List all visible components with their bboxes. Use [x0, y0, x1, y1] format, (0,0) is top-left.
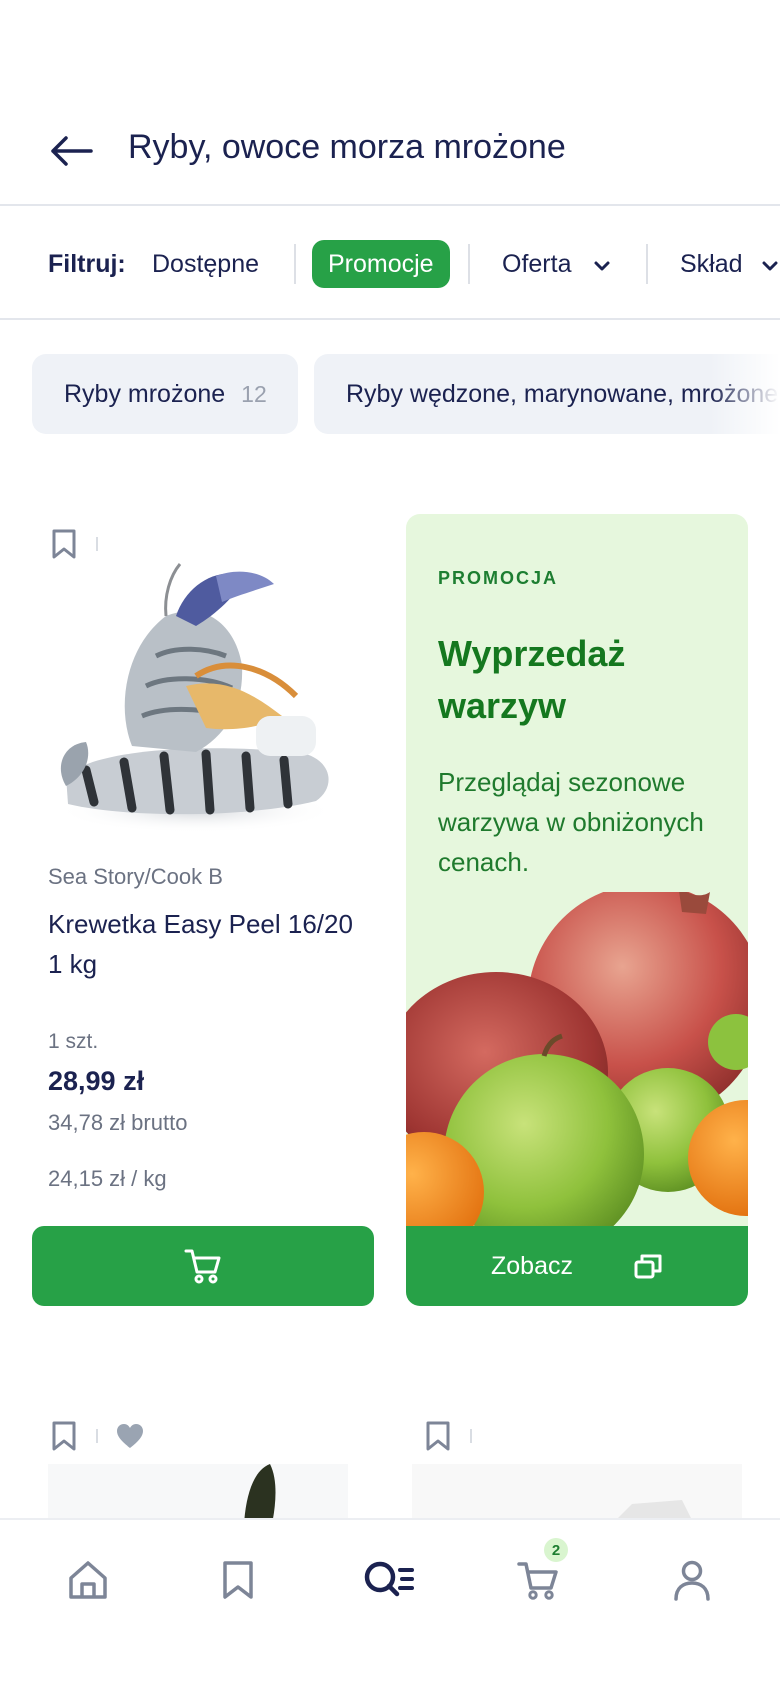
category-chip-count: 12: [241, 380, 267, 407]
see-promo-label: Zobacz: [491, 1251, 573, 1280]
see-promo-button[interactable]: Zobacz: [406, 1226, 748, 1306]
filter-label: Filtruj:: [48, 250, 126, 278]
bookmark-icon: [52, 1421, 76, 1451]
product-name[interactable]: Krewetka Easy Peel 16/20 1 kg: [48, 904, 368, 984]
open-external-icon: [633, 1252, 663, 1280]
product-image: [56, 563, 336, 833]
category-chip[interactable]: Ryby mrożone 12: [32, 354, 298, 434]
filter-divider: [294, 244, 296, 284]
promo-card[interactable]: PROMOCJA Wyprzedaż warzyw Przeglądaj sez…: [406, 514, 748, 1306]
user-icon: [674, 1560, 710, 1601]
bookmark-button[interactable]: [420, 1418, 456, 1454]
product-unit: 1 szt.: [48, 1030, 99, 1053]
product-card[interactable]: Sea Story/Cook B Krewetka Easy Peel 16/2…: [32, 512, 374, 1306]
filter-offer-label: Oferta: [502, 249, 572, 278]
product-brand: Sea Story/Cook B: [48, 864, 223, 889]
icon-divider: [96, 1429, 98, 1443]
product-image: [48, 1464, 348, 1520]
top-app-bar: Ryby, owoce morza mrożone: [0, 0, 780, 206]
product-gross-price: 34,78 zł brutto: [48, 1110, 188, 1135]
filter-composition-dropdown[interactable]: Skład: [680, 240, 779, 288]
product-price: 28,99 zł: [48, 1066, 145, 1096]
chevron-down-icon: [593, 250, 611, 279]
promo-title: Wyprzedaż warzyw: [438, 633, 626, 726]
icon-divider: [470, 1429, 472, 1443]
bookmark-icon: [223, 1561, 253, 1599]
promo-eyebrow: PROMOCJA: [438, 568, 559, 588]
filter-available[interactable]: Dostępne: [152, 240, 259, 288]
filter-composition-label: Skład: [680, 249, 743, 278]
cart-icon: [184, 1249, 221, 1284]
filter-offer-dropdown[interactable]: Oferta: [502, 240, 611, 288]
heart-icon: [117, 1424, 143, 1448]
cart-count-badge: 2: [544, 1538, 568, 1562]
bookmark-icon: [426, 1421, 450, 1451]
cart-icon: [517, 1562, 558, 1600]
promo-fruit-image: [406, 892, 748, 1228]
nav-saved[interactable]: [208, 1550, 268, 1610]
nav-account[interactable]: [662, 1550, 722, 1610]
back-button[interactable]: [44, 124, 98, 178]
chevron-down-icon: [761, 250, 779, 279]
icon-divider: [96, 537, 98, 551]
filter-divider: [646, 244, 648, 284]
product-row: [0, 1410, 780, 1520]
favorite-button[interactable]: [112, 1418, 148, 1454]
filter-promotions[interactable]: Promocje: [312, 240, 450, 288]
arrow-left-icon: [51, 136, 93, 166]
filter-bar: Filtruj: Dostępne Promocje Oferta Skład: [0, 208, 780, 320]
search-list-icon: [364, 1561, 414, 1597]
bottom-navigation: 2: [0, 1518, 780, 1688]
home-icon: [69, 1561, 107, 1599]
add-to-cart-button[interactable]: [32, 1226, 374, 1306]
product-unit-price: 24,15 zł / kg: [48, 1166, 167, 1191]
nav-search-catalog[interactable]: [358, 1550, 418, 1610]
bookmark-button[interactable]: [46, 1418, 82, 1454]
category-chip-label: Ryby mrożone: [64, 379, 226, 408]
filter-divider: [468, 244, 470, 284]
page-title: Ryby, owoce morza mrożone: [128, 128, 566, 166]
category-chips: Ryby mrożone 12 Ryby wędzone, marynowane…: [0, 352, 780, 434]
promo-description: Przeglądaj sezonowe warzywa w obniżonych…: [438, 767, 704, 877]
scroll-fade: [710, 352, 780, 434]
product-image: [412, 1464, 742, 1520]
nav-home[interactable]: [58, 1550, 118, 1610]
